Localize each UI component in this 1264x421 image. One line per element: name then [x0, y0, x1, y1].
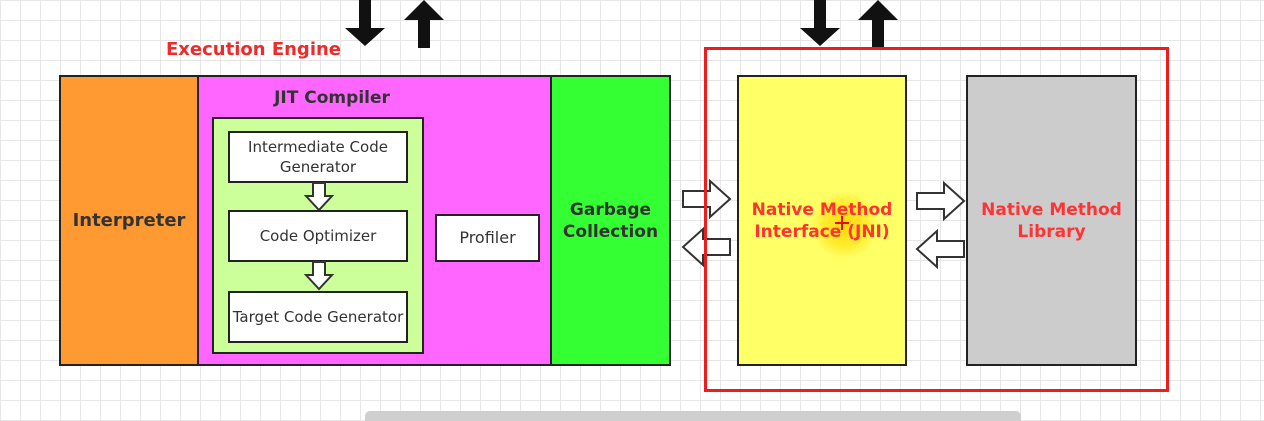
up-arrow-icon — [404, 0, 444, 48]
interpreter-label: Interpreter — [72, 210, 186, 231]
intermediate-code-generator-label: Intermediate Code Generator — [248, 138, 388, 176]
profiler-label: Profiler — [459, 228, 516, 247]
jni-label: Native Method Interface (JNI) — [751, 200, 893, 242]
hollow-down-arrow-icon — [303, 261, 335, 291]
hollow-left-arrow-icon — [915, 228, 965, 270]
down-arrow-icon — [800, 0, 840, 46]
jit-compiler-title: JIT Compiler — [274, 88, 390, 108]
down-arrow-icon — [345, 0, 385, 46]
hollow-right-arrow-icon — [916, 180, 966, 222]
code-optimizer: Code Optimizer — [228, 210, 408, 262]
hollow-down-arrow-icon — [303, 182, 335, 212]
up-arrow-icon — [858, 0, 898, 48]
intermediate-code-generator: Intermediate Code Generator — [228, 131, 408, 183]
execution-engine-title: Execution Engine — [166, 39, 342, 60]
profiler-box: Profiler — [435, 214, 540, 262]
horizontal-scrollbar[interactable] — [365, 411, 1021, 421]
garbage-collection-box: Garbage Collection — [550, 75, 671, 366]
target-code-generator: Target Code Generator — [228, 291, 408, 343]
native-method-library-box: Native Method Library — [966, 75, 1137, 366]
cursor-crosshair-icon — [835, 216, 849, 230]
target-code-generator-label: Target Code Generator — [232, 308, 404, 326]
native-method-library-label: Native Method Library — [981, 199, 1122, 242]
garbage-collection-label: Garbage Collection — [562, 199, 659, 242]
jni-label-wrap: Native Method Interface (JNI) — [739, 185, 905, 257]
interpreter-box: Interpreter — [59, 75, 199, 366]
code-optimizer-label: Code Optimizer — [259, 227, 377, 245]
